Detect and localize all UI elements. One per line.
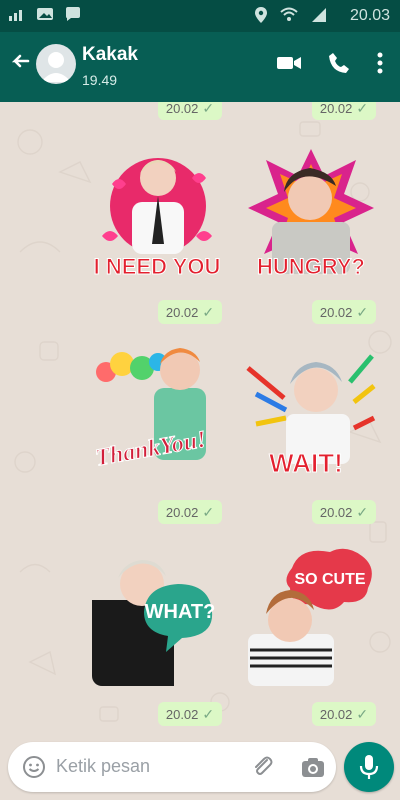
check-icon: ✓ <box>202 705 215 722</box>
sticker-wait[interactable]: WAIT! <box>246 344 376 484</box>
sticker-text: SO CUTE <box>294 571 365 588</box>
message-time-chip: 20.02 ✓ <box>312 500 376 524</box>
message-time-chip: 20.02 ✓ <box>158 702 222 726</box>
message-time: 20.02 <box>319 102 353 116</box>
message-input[interactable]: Ketik pesan <box>8 742 336 792</box>
check-icon: ✓ <box>356 503 369 520</box>
check-icon: ✓ <box>202 303 215 320</box>
check-icon: ✓ <box>356 102 369 116</box>
phone-icon[interactable] <box>328 52 350 74</box>
emoji-icon[interactable] <box>22 755 46 779</box>
check-icon: ✓ <box>202 102 215 116</box>
paperclip-icon[interactable] <box>250 754 276 780</box>
message-time: 20.02 <box>319 304 353 320</box>
signal-icon <box>9 10 22 21</box>
message-time: 20.02 <box>319 504 353 520</box>
microphone-button[interactable] <box>344 742 394 792</box>
sticker-hungry[interactable]: HUNGRY? <box>246 144 376 284</box>
header-actions <box>276 52 384 74</box>
message-time: 20.02 <box>165 304 199 320</box>
message-time-chip: 20.02 ✓ <box>158 500 222 524</box>
cellular-signal-icon <box>312 8 326 22</box>
message-time-chip: 20.02 ✓ <box>158 102 222 120</box>
video-call-icon[interactable] <box>276 53 302 73</box>
sticker-so-cute[interactable]: SO CUTE <box>246 546 376 686</box>
more-vert-icon[interactable] <box>376 52 384 74</box>
message-time: 20.02 <box>165 102 199 116</box>
location-icon <box>255 7 267 23</box>
sticker-text: I NEED YOU <box>94 254 221 279</box>
sticker-text: WHAT? <box>145 601 216 623</box>
check-icon: ✓ <box>356 303 369 320</box>
status-bar: 20.03 <box>0 0 400 32</box>
sticker-i-need-you[interactable]: I NEED YOU <box>92 144 222 284</box>
status-right-icons <box>254 6 328 24</box>
message-input-placeholder[interactable]: Ketik pesan <box>56 756 150 777</box>
message-list[interactable]: 20.02 ✓ 20.02 ✓ I NEED YOU 20.02 ✓ HUNGRY? <box>0 102 400 734</box>
composer-bar: Ketik pesan <box>0 734 400 800</box>
sticker-text: ThankYou! <box>93 427 208 472</box>
camera-icon[interactable] <box>300 754 326 780</box>
message-time: 20.02 <box>165 504 199 520</box>
sticker-what[interactable]: WHAT? <box>92 546 222 686</box>
message-time-chip: 20.02 ✓ <box>158 300 222 324</box>
message-time: 20.02 <box>165 706 199 722</box>
message-time-chip: 20.02 ✓ <box>312 102 376 120</box>
status-left-icons <box>8 6 82 22</box>
wifi-icon <box>280 7 298 21</box>
sticker-text: WAIT! <box>269 448 343 478</box>
sticker-thank-you[interactable]: ThankYou! <box>92 344 222 484</box>
contact-name[interactable]: Kakak <box>82 44 138 66</box>
check-icon: ✓ <box>202 503 215 520</box>
check-icon: ✓ <box>356 705 369 722</box>
image-icon <box>37 8 53 20</box>
message-time: 20.02 <box>319 706 353 722</box>
contact-avatar[interactable] <box>36 44 76 84</box>
back-arrow-icon[interactable] <box>6 48 34 76</box>
status-time: 20.03 <box>349 7 390 24</box>
contact-last-seen: 19.49 <box>82 72 118 88</box>
chat-header: Kakak 19.49 <box>0 32 400 102</box>
message-time-chip: 20.02 ✓ <box>312 702 376 726</box>
message-time-chip: 20.02 ✓ <box>312 300 376 324</box>
sticker-text: HUNGRY? <box>257 254 365 279</box>
chat-bubble-icon <box>66 7 80 21</box>
microphone-icon <box>359 755 379 779</box>
